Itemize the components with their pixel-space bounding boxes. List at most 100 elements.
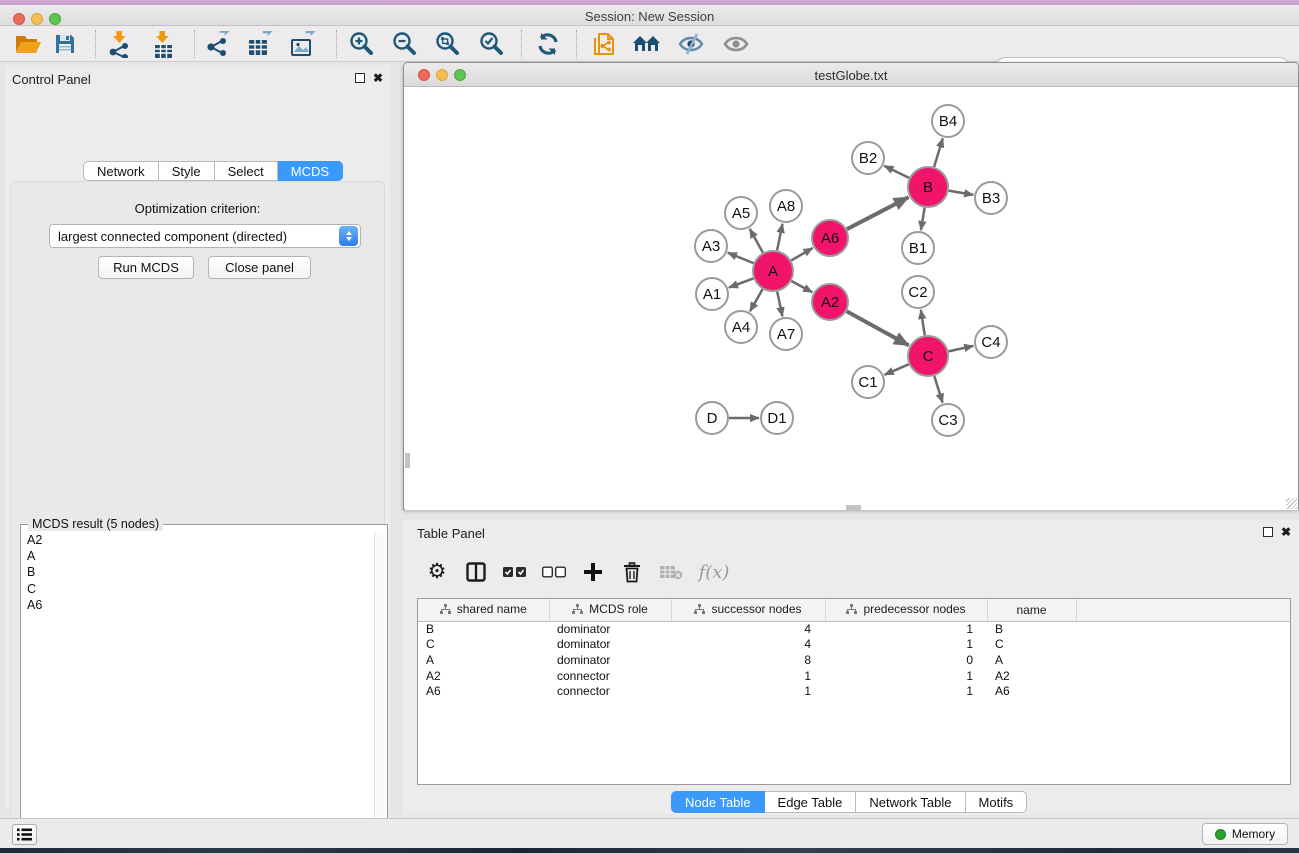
- table-cell[interactable]: 1: [671, 683, 825, 699]
- graph-edge-A-A1[interactable]: [729, 278, 754, 287]
- table-cell[interactable]: dominator: [549, 637, 671, 653]
- network-graph[interactable]: B4B2BB3A5A8A6B1A3AA1C2A2A4A7C4CC1DD1C3: [405, 87, 1298, 510]
- table-cell[interactable]: B: [418, 621, 549, 637]
- graph-edge-A-A5[interactable]: [750, 229, 763, 253]
- graph-node-C[interactable]: C: [908, 336, 948, 376]
- table-cell[interactable]: 1: [825, 637, 987, 653]
- graph-edge-B-B3[interactable]: [949, 191, 974, 195]
- table-cell[interactable]: connector: [549, 668, 671, 684]
- zoom-selected-icon[interactable]: [475, 29, 509, 59]
- network-canvas[interactable]: B4B2BB3A5A8A6B1A3AA1C2A2A4A7C4CC1DD1C3: [405, 87, 1298, 510]
- mcds-result-item[interactable]: B: [22, 564, 374, 580]
- graph-node-C2[interactable]: C2: [902, 276, 934, 308]
- table-cell[interactable]: B: [987, 621, 1076, 637]
- graph-node-A7[interactable]: A7: [770, 318, 802, 350]
- graph-edge-B-B2[interactable]: [884, 166, 909, 178]
- table-cell[interactable]: A: [987, 652, 1076, 668]
- network-vertical-scroll-nub[interactable]: [405, 453, 410, 468]
- column-header-shared-name[interactable]: shared name: [418, 599, 549, 621]
- mcds-result-item[interactable]: A: [22, 548, 374, 564]
- table-cell[interactable]: C: [987, 637, 1076, 653]
- table-cell[interactable]: 4: [671, 637, 825, 653]
- graph-edge-A-A2[interactable]: [791, 281, 812, 292]
- zoom-in-icon[interactable]: [345, 29, 379, 59]
- table-cell[interactable]: 1: [825, 621, 987, 637]
- graph-edge-C-C1[interactable]: [885, 364, 909, 375]
- graph-edge-A-A4[interactable]: [750, 289, 763, 311]
- graph-node-B[interactable]: B: [908, 167, 948, 207]
- criterion-dropdown[interactable]: largest connected component (directed): [49, 224, 361, 248]
- mcds-result-item[interactable]: A2: [22, 532, 374, 548]
- apply-function-icon[interactable]: f(x): [697, 558, 731, 586]
- graph-node-A6[interactable]: A6: [812, 220, 848, 256]
- graph-node-A1[interactable]: A1: [696, 278, 728, 310]
- add-row-icon[interactable]: [580, 558, 606, 586]
- import-table-icon[interactable]: [146, 29, 180, 59]
- tab-network-table[interactable]: Network Table: [856, 791, 965, 813]
- network-horizontal-scroll-nub[interactable]: [846, 505, 861, 510]
- export-image-icon[interactable]: [286, 29, 320, 59]
- column-header-MCDS-role[interactable]: MCDS role: [549, 599, 671, 621]
- tab-mcds[interactable]: MCDS: [278, 161, 343, 181]
- graph-node-A2[interactable]: A2: [812, 284, 848, 320]
- tab-style[interactable]: Style: [159, 161, 215, 181]
- deselect-all-icon[interactable]: [541, 558, 567, 586]
- table-header-row[interactable]: shared nameMCDS rolesuccessor nodesprede…: [418, 599, 1290, 621]
- column-header-predecessor-nodes[interactable]: predecessor nodes: [825, 599, 987, 621]
- refresh-icon[interactable]: [531, 29, 565, 59]
- export-table-icon[interactable]: [243, 29, 277, 59]
- mcds-result-item[interactable]: C: [22, 581, 374, 597]
- graph-edge-C-C4[interactable]: [949, 346, 974, 352]
- zoom-fit-icon[interactable]: [431, 29, 465, 59]
- zoom-out-icon[interactable]: [388, 29, 422, 59]
- graph-node-D[interactable]: D: [696, 402, 728, 434]
- import-network-icon[interactable]: [103, 29, 137, 59]
- graph-edge-B-B1[interactable]: [921, 208, 925, 231]
- hide-graphics-details-icon[interactable]: [674, 29, 708, 59]
- tab-node-table[interactable]: Node Table: [671, 791, 765, 813]
- settings-gear-icon[interactable]: ⚙: [424, 558, 450, 586]
- graph-node-C4[interactable]: C4: [975, 326, 1007, 358]
- table-row[interactable]: A6connector11A6: [418, 683, 1290, 699]
- graph-edge-A2-C[interactable]: [847, 311, 909, 345]
- graph-edge-A-A6[interactable]: [791, 248, 813, 261]
- graph-node-B4[interactable]: B4: [932, 105, 964, 137]
- run-mcds-button[interactable]: Run MCDS: [98, 256, 194, 279]
- table-cell[interactable]: 1: [825, 683, 987, 699]
- save-icon[interactable]: [48, 29, 82, 59]
- memory-button[interactable]: Memory: [1202, 823, 1288, 845]
- table-cell[interactable]: 8: [671, 652, 825, 668]
- mcds-result-item[interactable]: A6: [22, 597, 374, 613]
- home-icon[interactable]: [630, 29, 664, 59]
- table-row[interactable]: Bdominator41B: [418, 621, 1290, 637]
- float-table-panel-icon[interactable]: [1263, 527, 1273, 537]
- graph-node-A4[interactable]: A4: [725, 311, 757, 343]
- column-header-successor-nodes[interactable]: successor nodes: [671, 599, 825, 621]
- table-cell[interactable]: connector: [549, 683, 671, 699]
- tab-network[interactable]: Network: [83, 161, 159, 181]
- close-panel-button[interactable]: Close panel: [208, 256, 311, 279]
- graph-node-D1[interactable]: D1: [761, 402, 793, 434]
- graph-edge-C-C3[interactable]: [934, 376, 942, 403]
- table-cell[interactable]: 1: [671, 668, 825, 684]
- graph-node-C3[interactable]: C3: [932, 404, 964, 436]
- delete-row-trash-icon[interactable]: [619, 558, 645, 586]
- table-cell[interactable]: A6: [987, 683, 1076, 699]
- graph-node-A[interactable]: A: [753, 251, 793, 291]
- close-panel-icon[interactable]: ✖: [373, 73, 383, 83]
- tab-select[interactable]: Select: [215, 161, 278, 181]
- graph-node-B3[interactable]: B3: [975, 182, 1007, 214]
- table-row[interactable]: Cdominator41C: [418, 637, 1290, 653]
- graph-node-B1[interactable]: B1: [902, 232, 934, 264]
- network-file-icon[interactable]: [588, 29, 622, 59]
- graph-edge-A-A8[interactable]: [777, 224, 782, 251]
- graph-node-A3[interactable]: A3: [695, 230, 727, 262]
- delete-table-icon[interactable]: [658, 558, 684, 586]
- graph-edge-C-C2[interactable]: [921, 310, 925, 336]
- table-cell[interactable]: dominator: [549, 652, 671, 668]
- float-panel-icon[interactable]: [355, 73, 365, 83]
- tab-edge-table[interactable]: Edge Table: [765, 791, 857, 813]
- network-window-titlebar[interactable]: testGlobe.txt: [404, 63, 1298, 87]
- graph-node-A8[interactable]: A8: [770, 190, 802, 222]
- table-cell[interactable]: 1: [825, 668, 987, 684]
